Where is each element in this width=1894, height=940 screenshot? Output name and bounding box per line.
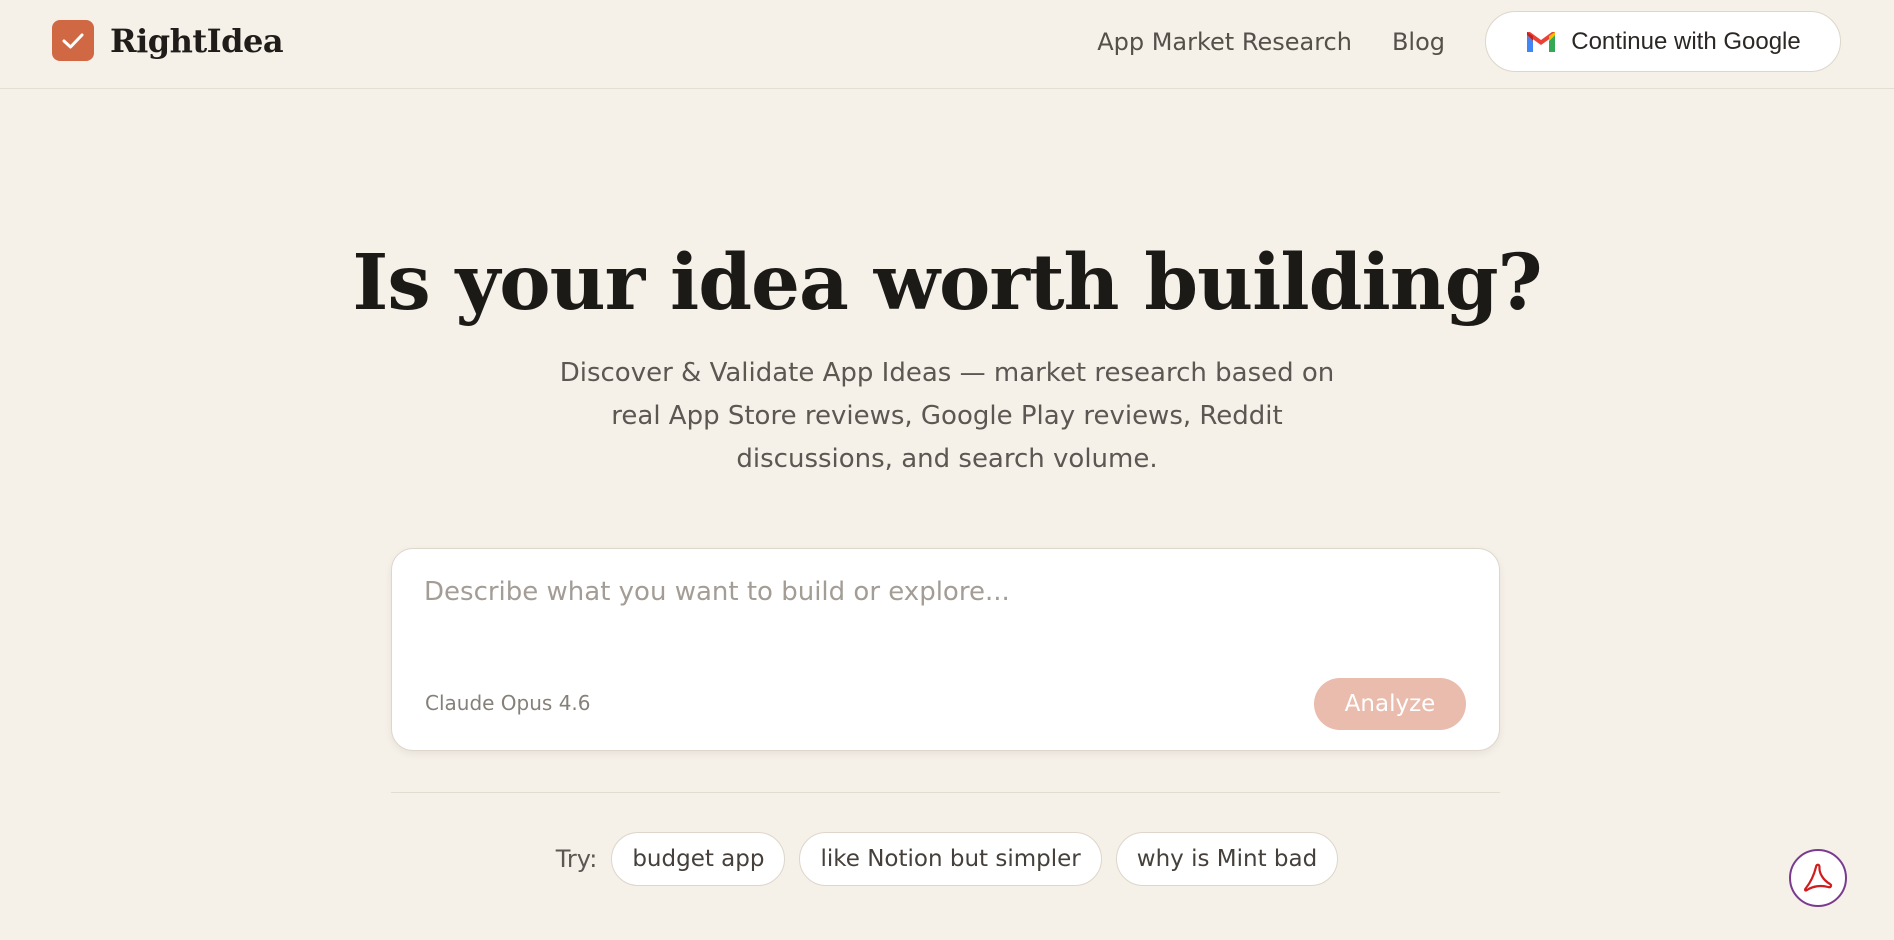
- suggestion-chip-mint[interactable]: why is Mint bad: [1115, 832, 1339, 886]
- continue-with-google-button[interactable]: Continue with Google: [1485, 11, 1841, 72]
- hero-subtitle: Discover & Validate App Ideas — market r…: [559, 358, 1335, 474]
- hero-headline: Is your idea worth building?: [352, 238, 1542, 328]
- nav-app-market-research[interactable]: App Market Research: [1097, 28, 1352, 56]
- idea-input[interactable]: [424, 577, 1464, 647]
- top-nav: App Market Research Blog Continue with G…: [1097, 11, 1841, 72]
- suggestion-chip-notion[interactable]: like Notion but simpler: [799, 832, 1102, 886]
- try-label: Try:: [555, 845, 598, 873]
- checkmark-icon: [52, 20, 94, 61]
- suggestion-chip-budget-app[interactable]: budget app: [611, 832, 786, 886]
- model-selector[interactable]: Claude Opus 4.6: [425, 691, 591, 715]
- logo-text: RightIdea: [110, 21, 284, 60]
- analyze-button[interactable]: Analyze: [1314, 678, 1466, 730]
- gmail-icon: [1525, 30, 1557, 54]
- divider: [391, 792, 1500, 793]
- google-button-label: Continue with Google: [1571, 27, 1801, 55]
- logo[interactable]: RightIdea: [52, 20, 284, 61]
- site-header: RightIdea App Market Research Blog Conti…: [0, 0, 1894, 89]
- acrobat-pdf-icon[interactable]: [1789, 849, 1847, 907]
- idea-composer: Claude Opus 4.6 Analyze: [391, 548, 1500, 751]
- nav-blog[interactable]: Blog: [1392, 28, 1445, 56]
- suggestion-row: Try: budget app like Notion but simpler …: [0, 832, 1894, 886]
